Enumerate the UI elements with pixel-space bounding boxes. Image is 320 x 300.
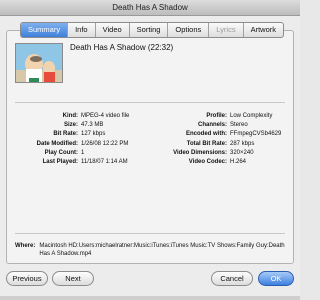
detail-label: Encoded with:: [186, 131, 227, 138]
tab-info[interactable]: Info: [68, 23, 96, 37]
detail-label: Size:: [63, 122, 78, 129]
detail-row: Video Dimensions: 320×240: [157, 149, 287, 158]
divider: [15, 233, 285, 234]
detail-label: Kind:: [62, 113, 78, 119]
detail-label: Bit Rate:: [53, 131, 78, 138]
tab-lyrics[interactable]: Lyrics: [209, 23, 244, 37]
previous-button[interactable]: Previous: [6, 271, 48, 286]
info-window: Death Has A Shadow Death Has A Shadow (2…: [0, 0, 300, 300]
detail-row: Encoded with: FFmpegCVSb4629: [157, 130, 287, 139]
episode-title: Death Has A Shadow (22:32): [70, 43, 174, 52]
detail-label: Video Dimensions:: [173, 149, 227, 156]
detail-value: H.264: [230, 159, 247, 166]
tab-sorting[interactable]: Sorting: [130, 23, 169, 37]
detail-label: Profile:: [206, 113, 227, 119]
tab-bar: Summary Info Video Sorting Options Lyrics Artw…: [20, 22, 285, 38]
file-location: Where: Macintosh HD:Users:michaelratner:…: [15, 242, 287, 258]
detail-value: 1: [81, 149, 85, 156]
summary-panel: Death Has A Shadow (22:32) Kind: MPEG-4 v…: [6, 30, 294, 264]
tab-video[interactable]: Video: [96, 23, 130, 37]
detail-row: Date Modified: 1/26/08 12:22 PM: [15, 140, 155, 149]
tab-options[interactable]: Options: [168, 23, 210, 37]
detail-row: Bit Rate: 127 kbps: [15, 130, 155, 139]
detail-row: Last Played: 11/18/07 1:14 AM: [15, 158, 155, 167]
artwork-thumbnail-icon: [15, 43, 63, 83]
tab-artwork[interactable]: Artwork: [244, 23, 283, 37]
detail-value: 127 kbps: [81, 131, 106, 138]
ok-button[interactable]: OK: [258, 271, 294, 286]
detail-value: 1/26/08 12:22 PM: [81, 140, 129, 147]
tab-summary[interactable]: Summary: [21, 23, 69, 37]
next-button[interactable]: Next: [52, 271, 94, 286]
detail-value: 47.3 MB: [81, 122, 104, 129]
divider: [15, 102, 285, 103]
detail-row: Total Bit Rate: 287 kbps: [157, 140, 287, 149]
detail-row: Kind: MPEG-4 video file: [15, 112, 155, 121]
detail-label: Video Codec:: [188, 159, 227, 166]
where-path: Macintosh HD:Users:michaelratner:Music:i…: [39, 243, 285, 257]
details-right: Profile: Low Complexity Channels: Stereo Enc…: [157, 112, 287, 167]
detail-value: 11/18/07 1:14 AM: [81, 159, 128, 166]
detail-label: Play Count:: [44, 149, 78, 156]
detail-row: Video Codec: H.264: [157, 158, 287, 167]
detail-value: MPEG-4 video file: [81, 113, 130, 119]
window-footer: [0, 296, 300, 300]
detail-value: Low Complexity: [230, 113, 273, 119]
detail-row: Channels: Stereo: [157, 121, 287, 130]
where-label: Where:: [15, 243, 36, 249]
details-left: Kind: MPEG-4 video file Size: 47.3 MB Bit Ra…: [15, 112, 155, 167]
detail-value: 320×240: [230, 149, 254, 156]
detail-row: Profile: Low Complexity: [157, 112, 287, 121]
detail-label: Channels:: [197, 122, 227, 129]
detail-row: Play Count: 1: [15, 149, 155, 158]
cancel-button[interactable]: Cancel: [211, 271, 253, 286]
detail-value: FFmpegCVSb4629: [230, 131, 282, 138]
detail-label: Total Bit Rate:: [186, 140, 227, 147]
detail-value: 287 kbps: [230, 140, 255, 147]
detail-label: Last Played:: [42, 159, 78, 166]
window-title: Death Has A Shadow: [0, 0, 300, 16]
detail-label: Date Modified:: [36, 140, 78, 147]
detail-value: Stereo: [230, 122, 248, 129]
detail-row: Size: 47.3 MB: [15, 121, 155, 130]
